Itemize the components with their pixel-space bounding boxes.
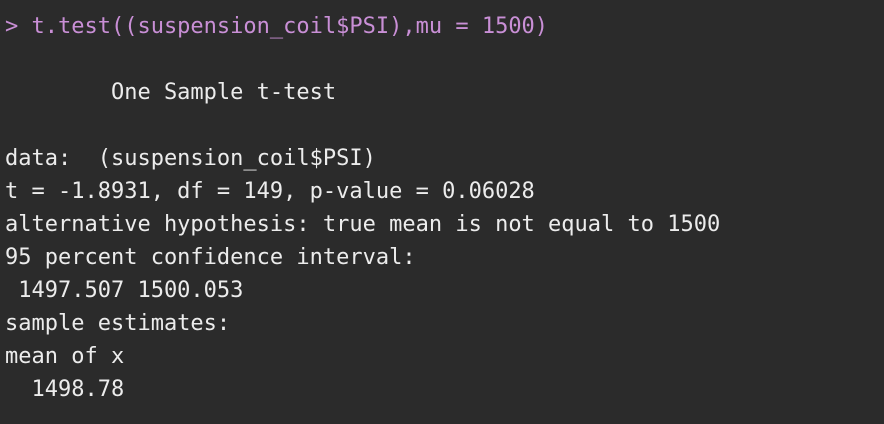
- mean-value: 1498.78: [5, 377, 125, 402]
- statistics-line: t = -1.8931, df = 149, p-value = 0.06028: [5, 179, 535, 204]
- test-title: One Sample t-test: [5, 80, 337, 105]
- mean-label: mean of x: [5, 344, 125, 369]
- confidence-interval-values: 1497.507 1500.053: [5, 278, 244, 303]
- r-console[interactable]: > t.test((suspension_coil$PSI),mu = 1500…: [5, 10, 884, 424]
- console-command-line: > t.test((suspension_coil$PSI),mu = 1500…: [5, 14, 549, 39]
- sample-estimates-label: sample estimates:: [5, 311, 231, 336]
- alternative-hypothesis-line: alternative hypothesis: true mean is not…: [5, 212, 721, 237]
- data-line: data: (suspension_coil$PSI): [5, 146, 376, 171]
- confidence-interval-label: 95 percent confidence interval:: [5, 245, 416, 270]
